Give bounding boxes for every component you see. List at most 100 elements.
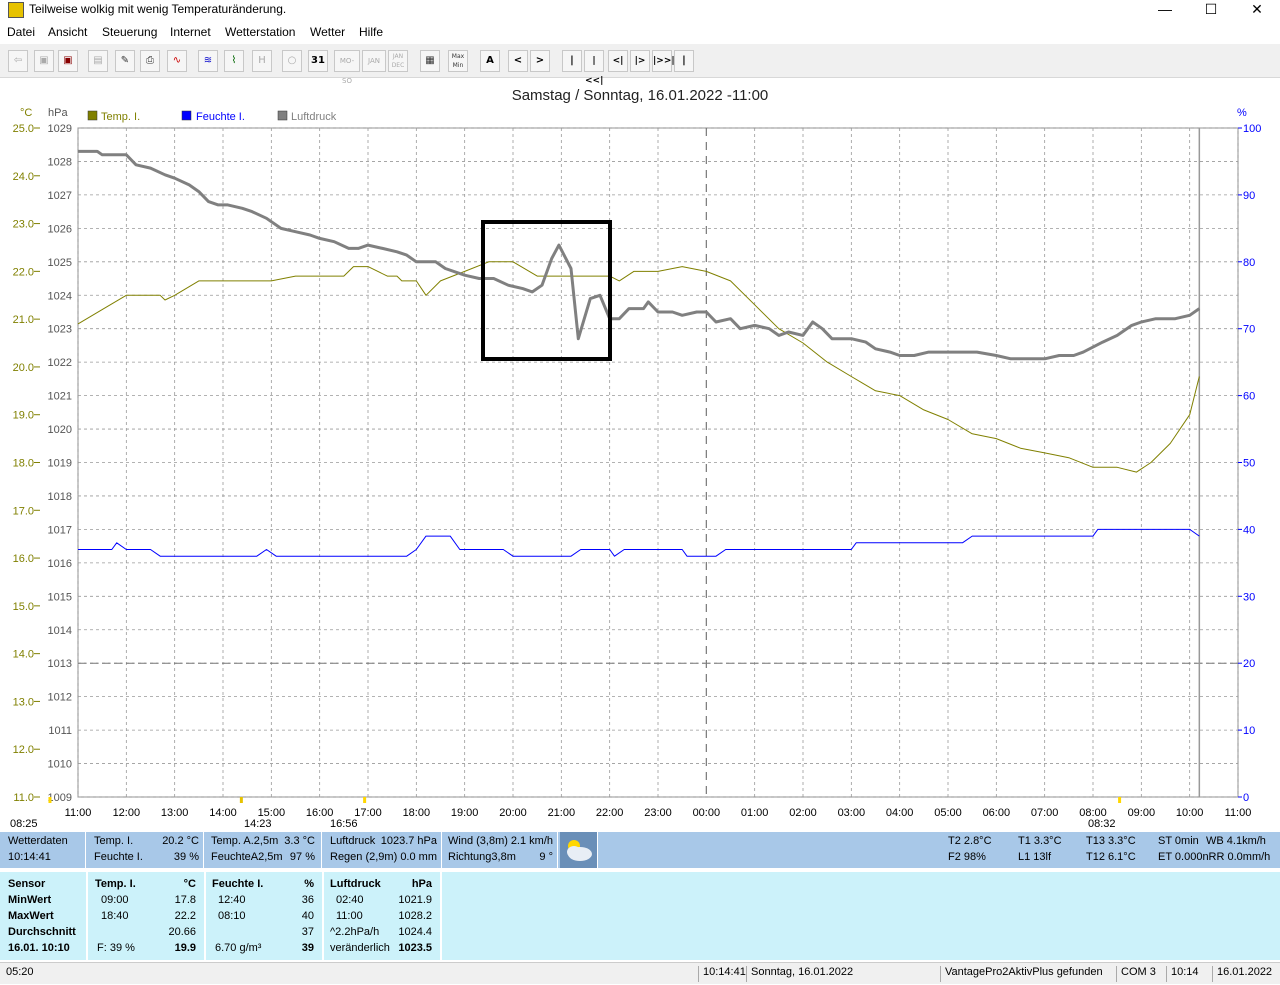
stats-temp-max: 22.2 xyxy=(174,910,196,922)
stats-druck-now: 1023.5 xyxy=(398,942,432,954)
marker-sunset-time: 16:56 xyxy=(330,818,358,830)
y-tick-label-hpa: 1024 xyxy=(48,290,72,302)
x-tick-label: 23:00 xyxy=(644,807,672,819)
info-st: ST 0min xyxy=(1158,835,1199,847)
info-wetterdaten-label: Wetterdaten xyxy=(8,835,68,847)
y-tick-label-hpa: 1018 xyxy=(48,491,72,503)
menu-steuerung[interactable]: Steuerung xyxy=(102,25,157,39)
info-temp-i-label: Temp. I. xyxy=(94,835,134,847)
info-luftdruck-value: 1023.7 hPa xyxy=(380,835,437,847)
close-button[interactable]: ✕ xyxy=(1234,0,1280,22)
back-arrow-icon[interactable]: ⇦ xyxy=(8,50,28,72)
save-as-icon[interactable]: ▣ xyxy=(58,50,78,72)
circle-icon[interactable]: ○ xyxy=(282,50,302,72)
nav-forward-button[interactable]: |> xyxy=(630,50,650,72)
menu-wetter[interactable]: Wetter xyxy=(310,25,345,39)
menu-hilfe[interactable]: Hilfe xyxy=(359,25,383,39)
minimize-button[interactable]: — xyxy=(1142,0,1188,22)
week-view-button[interactable]: MO-SO xyxy=(334,50,360,85)
multi-graph-icon[interactable]: ≋ xyxy=(198,50,218,72)
y-tick-label-hpa: 1015 xyxy=(48,591,72,603)
toolbar: ⇦ ▣ ▣ ▤ ✎ ⎙ ∿ ≋ ⌇ H ○ 31 MO-SO JAN JAN D… xyxy=(0,44,1280,86)
stats-temp-min-time: 09:00 xyxy=(101,894,129,906)
x-tick-label: 11:00 xyxy=(65,807,92,819)
legend-label-temp: Temp. I. xyxy=(101,111,140,123)
info-temp-indoor: Temp. I. 20.2 °C Feuchte I. 39 % xyxy=(88,832,204,868)
info-feuchte-a-label: FeuchteA2,5m xyxy=(211,851,283,863)
legend-swatch-feuchte xyxy=(181,110,192,121)
stats-feuchte-now: 39 xyxy=(301,942,314,954)
y-tick-label-c: 15.0 xyxy=(13,601,34,613)
y-tick-label-c: 17.0 xyxy=(13,505,34,517)
year-view-button[interactable]: JAN DEC xyxy=(388,50,408,72)
month-view-button[interactable]: JAN xyxy=(362,50,386,72)
y-tick-label-hpa: 1012 xyxy=(48,692,72,704)
y-tick-label-pct: 60 xyxy=(1243,391,1255,403)
table-icon[interactable]: ▦ xyxy=(420,50,440,72)
info-regen-value: 0.0 mm xyxy=(400,851,437,863)
x-tick-label: 01:00 xyxy=(741,807,769,819)
stats-druck-column: Luftdruck hPa 02:40 1021.9 11:00 1028.2 … xyxy=(325,872,442,960)
unit-hpa: hPa xyxy=(48,107,68,119)
stats-feuchte-min-time: 12:40 xyxy=(218,894,246,906)
info-sensors: T2 2.8°C F2 98% T1 3.3°C L1 13lf T13 3.3… xyxy=(600,832,1280,868)
menu-wetterstation[interactable]: Wetterstation xyxy=(225,25,295,39)
x-tick-label: 06:00 xyxy=(983,807,1011,819)
y-tick-label-hpa: 1026 xyxy=(48,223,72,235)
y-tick-label-hpa: 1028 xyxy=(48,156,72,168)
statistics-panel: Sensor MinWert MaxWert Durchschnitt 16.0… xyxy=(0,872,1280,960)
nav-first-button[interactable]: | xyxy=(562,50,582,72)
stats-feuchte-avg: 37 xyxy=(301,926,314,938)
auto-button[interactable]: A xyxy=(480,50,500,72)
info-feuchte-i-value: 39 % xyxy=(173,851,199,863)
info-pressure: Luftdruck 1023.7 hPa Regen (2,9m) 0.0 mm xyxy=(324,832,442,868)
info-temp-outdoor: Temp. A.2,5m 3.3 °C FeuchteA2,5m 97 % xyxy=(206,832,322,868)
stats-temp-min: 17.8 xyxy=(174,894,196,906)
hl-icon[interactable]: H xyxy=(252,50,272,72)
unit-celsius: °C xyxy=(20,107,32,119)
chart-title: Samstag / Sonntag, 16.01.2022 -11:00 xyxy=(512,87,769,104)
stats-feuchte-column: Feuchte I. % 12:40 36 08:10 40 37 6.70 g… xyxy=(207,872,324,960)
info-wind-label: Wind (3,8m) xyxy=(448,835,508,847)
prev-button[interactable]: < xyxy=(508,50,528,72)
y-tick-label-hpa: 1010 xyxy=(48,759,72,771)
stats-minwert-label: MinWert xyxy=(8,894,52,906)
info-feuchte-a-value: 97 % xyxy=(289,851,315,863)
y-tick-label-c: 23.0 xyxy=(13,219,34,231)
y-tick-label-c: 24.0 xyxy=(13,171,34,183)
menu-datei[interactable]: Datei xyxy=(7,25,35,39)
x-tick-label: 14:00 xyxy=(209,807,237,819)
info-temp-a-value: 3.3 °C xyxy=(284,835,315,847)
notes-icon[interactable]: ✎ xyxy=(115,50,135,72)
stats-temp-max-time: 18:40 xyxy=(101,910,129,922)
print-icon[interactable]: ⎙ xyxy=(140,50,160,72)
maximize-button[interactable]: ☐ xyxy=(1188,0,1234,22)
stats-feuchte-max-time: 08:10 xyxy=(218,910,246,922)
nav-fast-back-button[interactable]: |<<| xyxy=(584,50,604,86)
x-tick-label: 19:00 xyxy=(451,807,479,819)
nav-last-button[interactable]: | xyxy=(674,50,694,72)
info-t1: T1 3.3°C xyxy=(1018,835,1062,847)
highlight-box xyxy=(481,220,612,361)
legend-label-luftdruck: Luftdruck xyxy=(291,111,337,123)
stats-sensor-column: Sensor MinWert MaxWert Durchschnitt 16.0… xyxy=(0,872,88,960)
status-station: VantagePro2AktivPlus gefunden xyxy=(940,966,1116,982)
chart-icon[interactable]: ⌇ xyxy=(224,50,244,72)
weather-chart: Samstag / Sonntag, 16.01.2022 -11:00 °C … xyxy=(10,87,1261,830)
minmax-button[interactable]: Max Min xyxy=(448,50,468,72)
nav-back-button[interactable]: <| xyxy=(608,50,628,72)
info-wind-value: 2.1 km/h xyxy=(510,835,553,847)
stats-datetime: 16.01. 10:10 xyxy=(8,942,70,954)
nav-fast-forward-button[interactable]: |>>| xyxy=(652,50,675,72)
x-tick-label: 13:00 xyxy=(161,807,189,819)
save-icon[interactable]: ▣ xyxy=(34,50,54,72)
menu-internet[interactable]: Internet xyxy=(170,25,211,39)
y-tick-label-hpa: 1011 xyxy=(48,725,72,737)
day-view-button[interactable]: 31 xyxy=(308,50,328,72)
info-richtung-label: Richtung3,8m xyxy=(448,851,516,863)
graph-icon[interactable]: ∿ xyxy=(167,50,187,72)
next-button[interactable]: > xyxy=(530,50,550,72)
menu-ansicht[interactable]: Ansicht xyxy=(48,25,87,39)
document-icon[interactable]: ▤ xyxy=(88,50,108,72)
y-tick-label-c: 22.0 xyxy=(13,266,34,278)
